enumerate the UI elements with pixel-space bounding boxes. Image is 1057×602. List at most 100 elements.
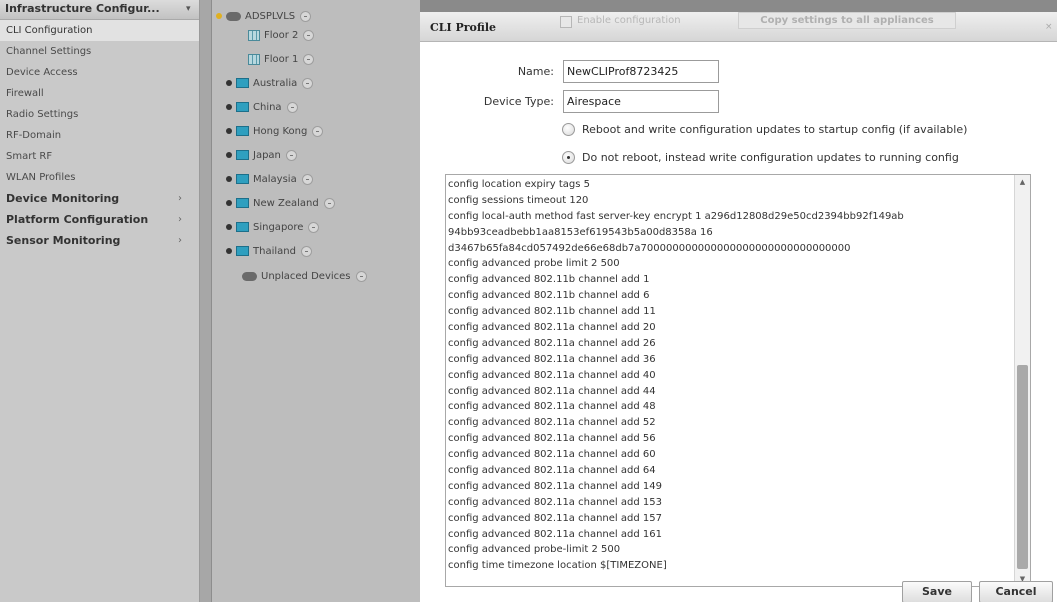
tree-node-label: Thailand xyxy=(253,246,296,257)
tree-node-floor[interactable]: Floor 2 xyxy=(248,26,315,46)
status-dot-icon xyxy=(216,13,222,19)
nav-section-label: Sensor Monitoring xyxy=(6,234,121,247)
tree-node-unplaced[interactable]: Unplaced Devices xyxy=(242,267,367,287)
nav-section-device-monitoring[interactable]: Device Monitoring › xyxy=(0,188,199,209)
bullet-icon xyxy=(226,200,232,206)
chevron-down-icon[interactable]: ▾ xyxy=(186,0,191,18)
bullet-icon xyxy=(226,176,232,182)
nav-header-infrastructure[interactable]: Infrastructure Configur... ▾ xyxy=(0,0,199,20)
nav-item-firewall[interactable]: Firewall xyxy=(0,83,199,104)
nav-section-label: Device Monitoring xyxy=(6,192,120,205)
expand-icon[interactable] xyxy=(312,125,324,137)
tree-node-floor[interactable]: Floor 1 xyxy=(248,50,315,70)
nav-item-smart-rf[interactable]: Smart RF xyxy=(0,146,199,167)
config-line: config advanced 802.11a channel add 161 xyxy=(448,528,662,540)
tree-node-country[interactable]: New Zealand xyxy=(226,194,335,214)
folder-icon xyxy=(236,78,249,88)
tree-node-country[interactable]: Hong Kong xyxy=(226,122,324,142)
config-lines: config location expiry tags 5 config sess… xyxy=(448,177,1014,574)
modal-header: CLI Profile Enable configuration Copy se… xyxy=(420,12,1057,42)
folder-icon xyxy=(236,126,249,136)
tree-node-label: China xyxy=(253,102,282,113)
config-line: config advanced 802.11a channel add 60 xyxy=(448,449,656,461)
nav-item-channel-settings[interactable]: Channel Settings xyxy=(0,41,199,62)
nav-item-rf-domain[interactable]: RF-Domain xyxy=(0,125,199,146)
scrollbar-thumb[interactable] xyxy=(1017,365,1028,569)
folder-icon xyxy=(236,102,249,112)
config-line: d3467b65fa84cd057492de66e68db7a700000000… xyxy=(448,242,851,254)
close-icon[interactable]: × xyxy=(1045,22,1053,32)
nav-section-sensor-monitoring[interactable]: Sensor Monitoring › xyxy=(0,230,199,251)
nav-item-radio-settings[interactable]: Radio Settings xyxy=(0,104,199,125)
tree-node-label: Floor 1 xyxy=(264,54,299,65)
folder-icon xyxy=(236,174,249,184)
config-line: config advanced 802.11a channel add 157 xyxy=(448,512,662,524)
nav-item-wlan-profiles[interactable]: WLAN Profiles xyxy=(0,167,199,188)
enable-configuration-checkbox[interactable] xyxy=(560,16,572,28)
expand-icon[interactable] xyxy=(286,101,298,113)
floor-plan-icon xyxy=(248,53,260,65)
tree-node-label: Malaysia xyxy=(253,174,297,185)
tree-node-label: New Zealand xyxy=(253,198,319,209)
config-line: 94bb93ceadbebb1aa8153ef619543b5a00d8358a… xyxy=(448,226,713,238)
no-reboot-radio[interactable] xyxy=(562,151,575,164)
nav-header-label: Infrastructure Configur... xyxy=(5,2,160,15)
tree-node-country[interactable]: Singapore xyxy=(226,218,320,238)
config-line: config sessions timeout 120 xyxy=(448,194,589,206)
nav-section-platform-configuration[interactable]: Platform Configuration › xyxy=(0,209,199,230)
device-type-label: Device Type: xyxy=(483,95,554,108)
folder-icon xyxy=(236,246,249,256)
copy-settings-button[interactable]: Copy settings to all appliances xyxy=(738,12,956,29)
bullet-icon xyxy=(226,152,232,158)
nav-item-cli-configuration[interactable]: CLI Configuration xyxy=(0,20,199,41)
save-button[interactable]: Save xyxy=(902,581,972,602)
expand-icon[interactable] xyxy=(300,10,312,22)
bullet-icon xyxy=(226,128,232,134)
tree-node-label: Singapore xyxy=(253,222,304,233)
panel-splitter[interactable] xyxy=(200,0,212,602)
config-line: config advanced 802.11a channel add 40 xyxy=(448,369,656,381)
network-icon xyxy=(242,271,257,281)
tree-node-label: ADSPLVLS xyxy=(245,11,296,22)
tree-node-country[interactable]: Japan xyxy=(226,146,297,166)
tree-node-country[interactable]: Thailand xyxy=(226,242,312,262)
scrollbar[interactable]: ▲ ▼ xyxy=(1014,175,1030,586)
expand-icon[interactable] xyxy=(323,197,335,209)
reboot-radio[interactable] xyxy=(562,123,575,136)
cancel-button[interactable]: Cancel xyxy=(979,581,1053,602)
name-field[interactable]: NewCLIProf8723425 xyxy=(563,60,719,83)
tree-node-country[interactable]: Australia xyxy=(226,74,314,94)
folder-icon xyxy=(236,198,249,208)
tree-node-label: Australia xyxy=(253,78,298,89)
config-line: config advanced 802.11a channel add 52 xyxy=(448,417,656,429)
config-textarea[interactable]: config location expiry tags 5 config sess… xyxy=(445,174,1031,587)
bullet-icon xyxy=(226,224,232,230)
chevron-right-icon: › xyxy=(178,214,182,225)
tree-node-root[interactable]: ADSPLVLS xyxy=(216,7,312,27)
config-line: config advanced 802.11a channel add 48 xyxy=(448,401,656,413)
network-icon xyxy=(226,11,241,21)
tree-node-country[interactable]: Malaysia xyxy=(226,170,313,190)
expand-icon[interactable] xyxy=(302,77,314,89)
folder-icon xyxy=(236,150,249,160)
tree-node-label: Floor 2 xyxy=(264,30,299,41)
tree-node-label: Hong Kong xyxy=(253,126,308,137)
device-type-field[interactable]: Airespace xyxy=(563,90,719,113)
no-reboot-radio-label: Do not reboot, instead write configurati… xyxy=(582,151,959,164)
config-line: config advanced 802.11a channel add 26 xyxy=(448,337,656,349)
expand-icon[interactable] xyxy=(303,53,315,65)
expand-icon[interactable] xyxy=(300,245,312,257)
nav-item-device-access[interactable]: Device Access xyxy=(0,62,199,83)
config-line: config advanced probe-limit 2 500 xyxy=(448,544,621,556)
config-line: config advanced probe limit 2 500 xyxy=(448,258,620,270)
config-line: config advanced 802.11b channel add 6 xyxy=(448,290,650,302)
bullet-icon xyxy=(226,248,232,254)
tree-node-country[interactable]: China xyxy=(226,98,298,118)
name-label: Name: xyxy=(517,65,554,78)
expand-icon[interactable] xyxy=(303,29,315,41)
expand-icon[interactable] xyxy=(308,221,320,233)
expand-icon[interactable] xyxy=(285,149,297,161)
expand-icon[interactable] xyxy=(355,270,367,282)
expand-icon[interactable] xyxy=(301,173,313,185)
scroll-up-icon[interactable]: ▲ xyxy=(1015,175,1030,189)
